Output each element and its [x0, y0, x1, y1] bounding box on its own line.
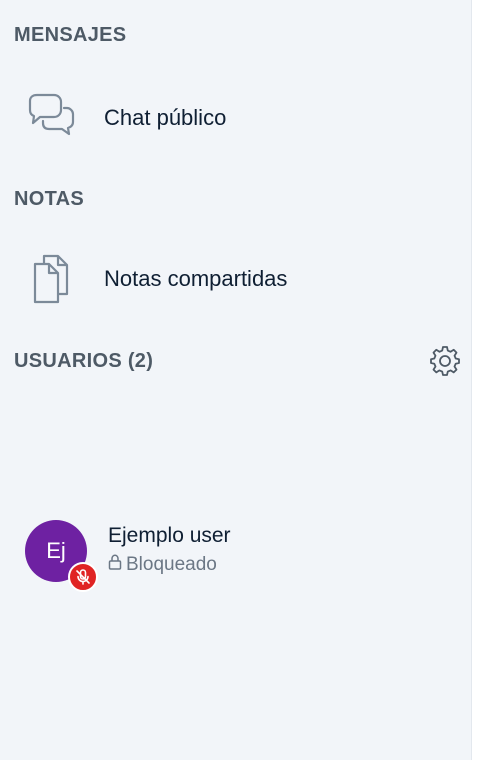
- avatar-initials: Ej: [46, 538, 66, 563]
- shared-notes-item[interactable]: Notas compartidas: [0, 247, 472, 311]
- user-status: Bloqueado: [108, 554, 217, 576]
- document-icon: [24, 252, 78, 306]
- lock-icon: [108, 554, 122, 576]
- user-status-label: Bloqueado: [126, 554, 217, 575]
- muted-microphone-icon: [68, 562, 98, 592]
- users-section-title: USUARIOS (2): [14, 350, 154, 372]
- public-chat-item[interactable]: Chat público: [0, 86, 472, 150]
- chat-bubbles-icon: [24, 91, 78, 145]
- user-list-item[interactable]: Ej Ejemplo user Bloqueado: [0, 512, 472, 596]
- user-list-panel: MENSAJES Chat público NOTAS Notas compar…: [0, 0, 472, 760]
- messages-section-title: MENSAJES: [14, 24, 127, 46]
- gear-icon[interactable]: [430, 346, 460, 376]
- user-name: Ejemplo user: [108, 524, 231, 547]
- shared-notes-label: Notas compartidas: [104, 266, 288, 291]
- notes-section-title: NOTAS: [14, 188, 85, 210]
- public-chat-label: Chat público: [104, 105, 227, 130]
